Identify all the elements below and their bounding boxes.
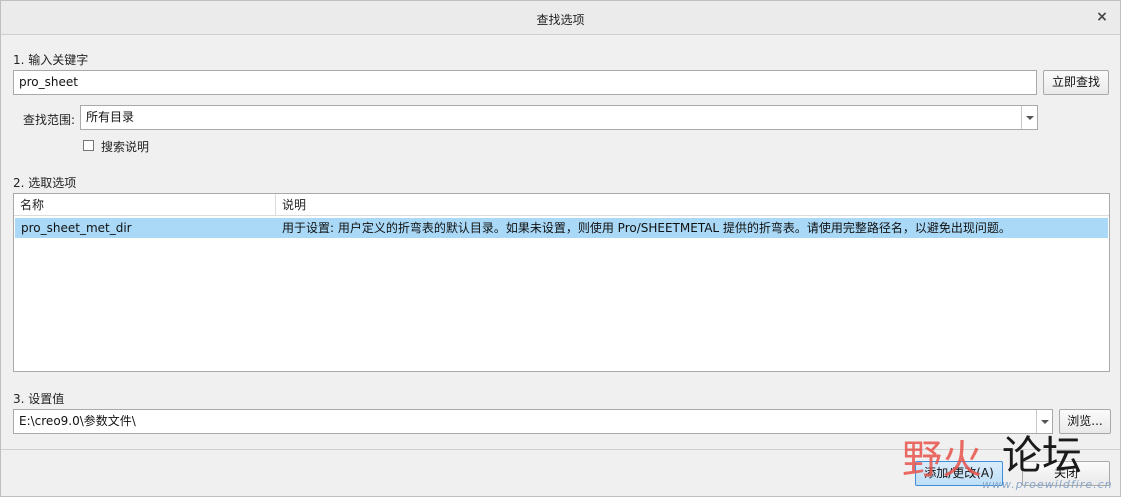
scope-dropdown[interactable]: 所有目录 [80, 105, 1038, 130]
step1-label: 1. 输入关键字 [13, 53, 89, 67]
row-name-cell: pro_sheet_met_dir [21, 221, 132, 235]
browse-button[interactable]: 浏览... [1059, 409, 1111, 434]
column-header-name[interactable]: 名称 [14, 194, 275, 216]
scope-label: 查找范围: [23, 113, 76, 127]
options-table[interactable]: 名称 说明 pro_sheet_met_dir 用于设置: 用户定义的折弯表的默… [13, 193, 1110, 372]
scope-value: 所有目录 [86, 110, 135, 124]
keyword-input[interactable]: pro_sheet [13, 70, 1037, 95]
close-button[interactable]: 关闭 [1022, 461, 1110, 486]
add-change-button[interactable]: 添加/更改(A) [915, 461, 1003, 486]
table-row[interactable]: pro_sheet_met_dir 用于设置: 用户定义的折弯表的默认目录。如果… [15, 218, 1108, 238]
dialog-title: 查找选项 [536, 13, 585, 27]
find-options-dialog: 查找选项 × 1. 输入关键字 pro_sheet 立即查找 查找范围: 所有目… [0, 0, 1121, 497]
chevron-down-icon[interactable] [1021, 106, 1037, 129]
value-text: E:\creo9.0\参数文件\ [19, 414, 136, 428]
step2-label: 2. 选取选项 [13, 176, 77, 190]
value-combobox[interactable]: E:\creo9.0\参数文件\ [13, 409, 1053, 434]
row-description-cell: 用于设置: 用户定义的折弯表的默认目录。如果未设置，则使用 Pro/SHEETM… [282, 221, 1011, 235]
title-bar: 查找选项 × [1, 1, 1120, 35]
step3-label: 3. 设置值 [13, 392, 65, 406]
search-description-label: 搜索说明 [101, 140, 150, 154]
table-header: 名称 说明 [14, 194, 1109, 216]
footer-divider [1, 449, 1120, 450]
chevron-down-icon[interactable] [1036, 410, 1052, 433]
search-description-checkbox[interactable] [83, 140, 94, 151]
search-now-button[interactable]: 立即查找 [1043, 70, 1109, 95]
close-icon[interactable]: × [1094, 9, 1110, 25]
column-header-description[interactable]: 说明 [275, 194, 1109, 216]
